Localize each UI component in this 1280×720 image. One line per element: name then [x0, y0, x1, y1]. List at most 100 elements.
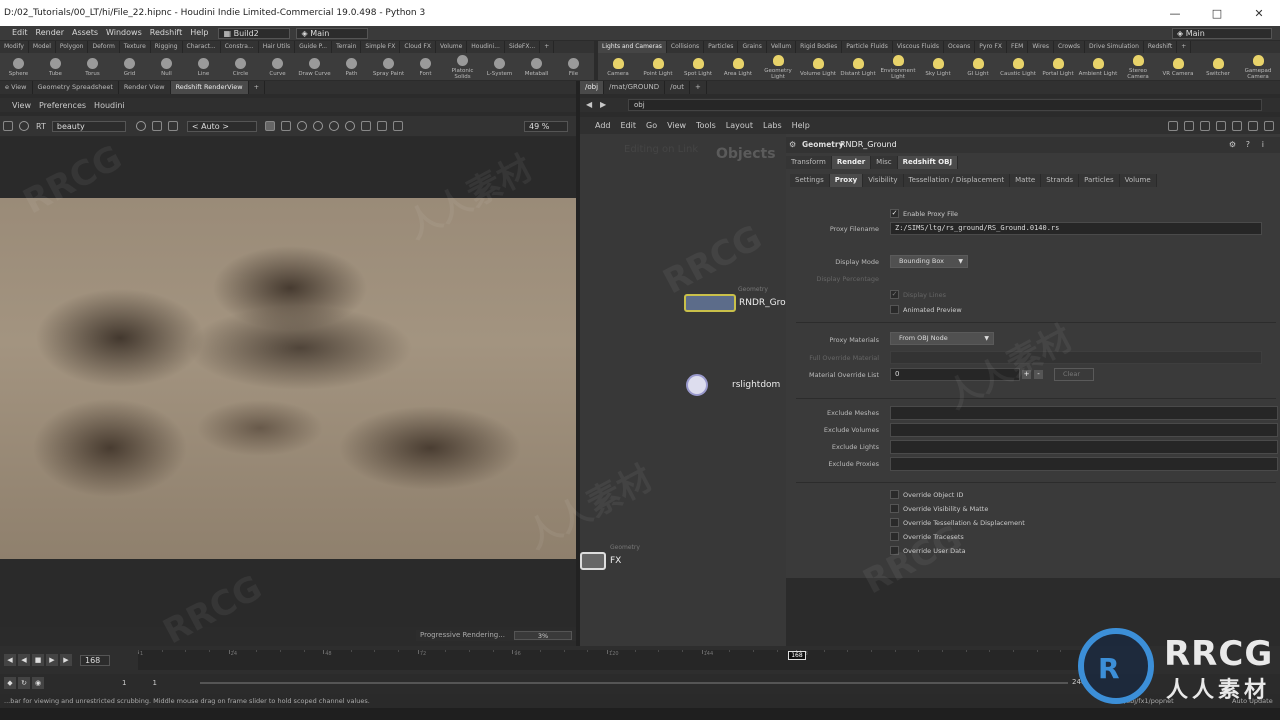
override-user-data-checkbox[interactable]	[890, 546, 899, 555]
rt-label[interactable]: RT	[36, 122, 46, 131]
override-object-id-checkbox[interactable]	[890, 490, 899, 499]
proxy-filename-field[interactable]: Z:/SIMS/ltg/rs_ground/RS_Ground.0140.rs	[890, 222, 1262, 235]
stop-icon[interactable]	[3, 121, 13, 131]
shelf-tool[interactable]: File	[555, 56, 592, 77]
tab-out[interactable]: /out	[665, 81, 690, 94]
override-tracesets-checkbox[interactable]	[890, 532, 899, 541]
node-fx[interactable]: FX Geometry	[580, 544, 640, 570]
menu-help[interactable]: Help	[186, 26, 212, 40]
list-view-icon[interactable]	[1216, 120, 1226, 131]
shelf-tab[interactable]: Cloud FX	[400, 41, 436, 53]
param-subtab[interactable]: Proxy	[829, 174, 864, 187]
shelf-tab[interactable]: Model	[29, 41, 56, 53]
shelf-tab[interactable]: Polygon	[56, 41, 89, 53]
auto-dropdown[interactable]: < Auto >	[186, 120, 257, 132]
shelf-tool[interactable]: Spot Light	[678, 56, 718, 77]
help-icon[interactable]: ?	[1246, 140, 1250, 149]
shelf-tab[interactable]: Deform	[88, 41, 120, 53]
param-tab[interactable]: Redshift OBJ	[897, 156, 959, 169]
param-tab[interactable]: Misc	[871, 156, 898, 169]
menu-go[interactable]: Go	[641, 121, 662, 130]
tab-mat-ground[interactable]: /mat/GROUND	[604, 81, 666, 94]
shelf-tab[interactable]: Oceans	[944, 41, 976, 53]
menu-edit[interactable]: Edit	[8, 26, 32, 40]
menu-houdini[interactable]: Houdini	[90, 101, 129, 110]
animated-preview-checkbox[interactable]	[890, 305, 899, 314]
prev-key-icon[interactable]: ◀	[4, 654, 16, 666]
menu-redshift[interactable]: Redshift	[146, 26, 186, 40]
shelf-tool[interactable]: Tube	[37, 56, 74, 77]
loop-icon[interactable]: ↻	[18, 677, 30, 689]
shelf-tab[interactable]: Terrain	[332, 41, 362, 53]
shelf-tab[interactable]: Viscous Fluids	[893, 41, 944, 53]
shelf-tool[interactable]: Point Light	[638, 56, 678, 77]
tab-obj[interactable]: /obj	[580, 81, 605, 94]
menu-assets[interactable]: Assets	[68, 26, 102, 40]
color-swatch-icon[interactable]	[264, 121, 275, 131]
add-shelf-tab-icon[interactable]: +	[540, 41, 555, 53]
shelf-tab[interactable]: Modify	[0, 41, 29, 53]
frame-slider[interactable]: 124487296120144168168	[138, 650, 1080, 670]
shelf-tab[interactable]: FEM	[1007, 41, 1029, 53]
shelf-tab[interactable]: Collisions	[667, 41, 705, 53]
full-override-field[interactable]	[890, 351, 1262, 364]
shelf-tool[interactable]: Environment Light	[878, 53, 918, 80]
shelf-tab[interactable]: Vellum	[767, 41, 797, 53]
refresh-icon[interactable]	[19, 121, 29, 131]
next-key-icon[interactable]: ▶	[60, 654, 72, 666]
shelf-tab[interactable]: Rigging	[151, 41, 183, 53]
shelf-tab[interactable]: Hair Utils	[259, 41, 296, 53]
param-subtab[interactable]: Strands	[1041, 174, 1080, 187]
shelf-tab[interactable]: Crowds	[1054, 41, 1086, 53]
menu-view-net[interactable]: View	[662, 121, 691, 130]
shelf-tool[interactable]: Curve	[259, 56, 296, 77]
shelf-tool[interactable]: Sphere	[0, 56, 37, 77]
display-mode-menu[interactable]: Bounding Box ▼	[890, 255, 968, 268]
range-slider[interactable]	[200, 682, 1068, 684]
image-icon[interactable]	[360, 121, 371, 131]
param-tab[interactable]: Render	[831, 156, 872, 169]
shelf-tab[interactable]: Texture	[120, 41, 151, 53]
shelf-tab[interactable]: Drive Simulation	[1085, 41, 1144, 53]
menu-help-net[interactable]: Help	[787, 121, 815, 130]
shelf-tab[interactable]: Rigid Bodies	[796, 41, 843, 53]
shelf-tool[interactable]: Sky Light	[918, 56, 958, 77]
maximize-icon[interactable]: □	[1196, 0, 1238, 26]
shelf-tool[interactable]: Grid	[111, 56, 148, 77]
info-icon[interactable]	[1248, 120, 1258, 131]
shelf-tool[interactable]: Path	[333, 56, 370, 77]
shelfset-right-dropdown[interactable]: ◈ Main	[1172, 27, 1272, 39]
add-tab-icon[interactable]: +	[690, 81, 707, 94]
shelf-tool[interactable]: Area Light	[718, 56, 758, 77]
shelf-tool[interactable]: Draw Curve	[296, 56, 333, 77]
menu-tools[interactable]: Tools	[691, 121, 721, 130]
shelf-tab[interactable]: Particle Fluids	[842, 41, 893, 53]
play-reverse-icon[interactable]: ◀	[18, 654, 30, 666]
shelf-tool[interactable]: Portal Light	[1038, 56, 1078, 77]
help-icon[interactable]	[1264, 120, 1274, 131]
network-editor[interactable]: Editing on Link Objects RNDR_Gro Geometr…	[580, 134, 786, 646]
shelf-tab[interactable]: Constra...	[221, 41, 259, 53]
shelf-tool[interactable]: Line	[185, 56, 222, 77]
range-start-2[interactable]: 1	[152, 679, 156, 687]
shelf-tool[interactable]: Distant Light	[838, 56, 878, 77]
add-shelf-tab-icon[interactable]: +	[1177, 41, 1192, 53]
tab-scene-view[interactable]: e View	[0, 81, 33, 94]
node-rndr-ground[interactable]: RNDR_Gro Geometry	[684, 286, 786, 312]
add-icon[interactable]: +	[1022, 370, 1031, 379]
menu-preferences[interactable]: Preferences	[35, 101, 90, 110]
shelf-tab[interactable]: SideFX...	[505, 41, 541, 53]
shelf-tab[interactable]: Grains	[738, 41, 767, 53]
add-tab-icon[interactable]: +	[249, 81, 266, 94]
note-icon[interactable]	[1232, 120, 1242, 131]
menu-windows[interactable]: Windows	[102, 26, 146, 40]
override-visibility-checkbox[interactable]	[890, 504, 899, 513]
shelf-tool[interactable]: Circle	[222, 56, 259, 77]
snapshot-icon[interactable]	[312, 121, 323, 131]
exclude-lights-field[interactable]	[890, 440, 1278, 454]
exclude-volumes-field[interactable]	[890, 423, 1278, 437]
key-icon[interactable]: ◆	[4, 677, 16, 689]
shelf-tab[interactable]: Pyro FX	[975, 41, 1007, 53]
pin-icon[interactable]	[328, 121, 339, 131]
realtime-icon[interactable]: ◉	[32, 677, 44, 689]
